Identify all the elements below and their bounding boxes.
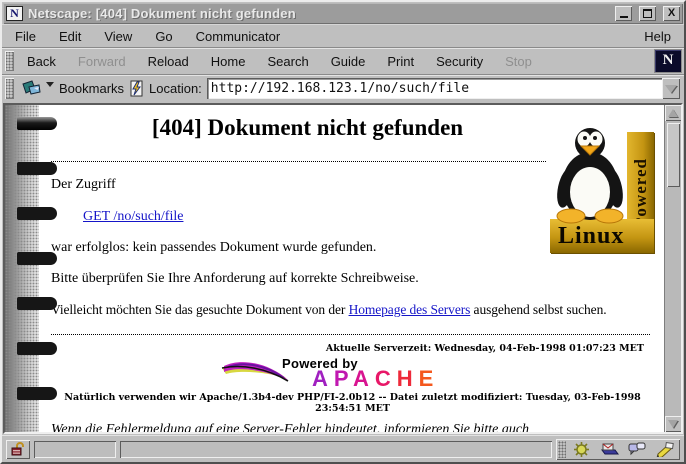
- menu-go[interactable]: Go: [155, 29, 172, 44]
- netscape-logo[interactable]: N: [655, 50, 681, 72]
- homepage-link[interactable]: Homepage des Servers: [349, 302, 471, 317]
- security-indicator-button[interactable]: [6, 440, 30, 459]
- url-input[interactable]: [207, 78, 662, 99]
- server-time-text: Aktuelle Serverzeit: Wednesday, 04-Feb-1…: [51, 343, 644, 354]
- stop-button[interactable]: Stop: [494, 50, 543, 73]
- chevron-down-icon: [665, 85, 677, 93]
- window-netscape-icon: N: [6, 6, 23, 21]
- browser-viewport: [404] Dokument nicht gefunden Der Zugrif…: [3, 103, 683, 434]
- scroll-down-button[interactable]: [665, 416, 682, 432]
- arrow-down-icon: [668, 420, 678, 428]
- request-link[interactable]: GET /no/such/file: [83, 209, 183, 224]
- print-button[interactable]: Print: [376, 50, 425, 73]
- menu-file[interactable]: File: [15, 29, 36, 44]
- composer-icon[interactable]: [652, 441, 678, 458]
- bookmarks-label[interactable]: Bookmarks: [59, 81, 124, 96]
- linux-powered-logo: Powered Linux: [550, 126, 654, 253]
- window-title: Netscape: [404] Dokument nicht gefunden: [28, 6, 608, 21]
- location-bar: Bookmarks Location:: [2, 74, 684, 102]
- home-button[interactable]: Home: [200, 50, 257, 73]
- linux-logo-horizontal-bar: Linux: [550, 219, 654, 253]
- page-body: [404] Dokument nicht gefunden Der Zugrif…: [5, 105, 664, 432]
- bookmarks-icon[interactable]: [21, 80, 43, 97]
- locationbar-grip[interactable]: [5, 78, 14, 99]
- navigator-icon[interactable]: [568, 441, 594, 458]
- tux-penguin-icon: [554, 126, 626, 224]
- paragraph-homepage-before: Vielleicht möchten Sie das gesuchte Doku…: [51, 302, 349, 317]
- close-button[interactable]: X: [663, 6, 680, 21]
- spiral-rings: [17, 117, 57, 130]
- menu-help[interactable]: Help: [644, 29, 671, 44]
- security-button[interactable]: Security: [425, 50, 494, 73]
- unlocked-padlock-icon: [11, 442, 25, 456]
- paragraph-schreibweise: Bitte überprüfen Sie Ihre Anforderung au…: [51, 271, 654, 287]
- back-button[interactable]: Back: [16, 50, 67, 73]
- forward-button[interactable]: Forward: [67, 50, 137, 73]
- url-dropdown-button[interactable]: [662, 78, 680, 99]
- progress-indicator: [34, 441, 116, 458]
- discussions-icon[interactable]: [624, 441, 650, 458]
- server-info-text: Natürlich verwenden wir Apache/1.3b4-dev…: [51, 392, 654, 414]
- menu-communicator[interactable]: Communicator: [196, 29, 281, 44]
- powered-label: Powered: [631, 158, 651, 228]
- titlebar[interactable]: N Netscape: [404] Dokument nicht gefunde…: [3, 3, 683, 24]
- menu-view[interactable]: View: [104, 29, 132, 44]
- url-field-frame: [207, 78, 680, 99]
- paragraph-homepage: Vielleicht möchten Sie das gesuchte Doku…: [51, 302, 654, 318]
- minimize-button[interactable]: [615, 6, 632, 21]
- vertical-scrollbar[interactable]: [664, 105, 681, 432]
- toolbar-grip[interactable]: [5, 51, 14, 71]
- page-title: [404] Dokument nicht gefunden: [51, 115, 564, 141]
- paragraph-homepage-after: ausgehend selbst suchen.: [470, 302, 606, 317]
- scroll-up-button[interactable]: [665, 105, 682, 121]
- apache-logo: Powered by APACHE: [51, 356, 654, 388]
- statusbar: [2, 435, 684, 462]
- maximize-icon: [643, 9, 652, 18]
- reload-button[interactable]: Reload: [137, 50, 200, 73]
- apache-feather-icon: [220, 358, 290, 386]
- component-bar: [556, 439, 680, 460]
- status-message-area: [120, 441, 552, 458]
- arrow-up-icon: [668, 109, 678, 117]
- linux-label: Linux: [558, 223, 624, 250]
- close-icon: X: [668, 9, 675, 18]
- netscape-window: N Netscape: [404] Dokument nicht gefunde…: [0, 0, 686, 464]
- footer-before: Wenn die Fehlermeldung auf eine Server-F…: [51, 422, 529, 432]
- page-proxy-icon[interactable]: [129, 80, 144, 97]
- guide-button[interactable]: Guide: [320, 50, 377, 73]
- component-bar-grip[interactable]: [558, 441, 566, 458]
- menubar: File Edit View Go Communicator Help: [2, 24, 684, 47]
- divider: [51, 334, 650, 335]
- search-button[interactable]: Search: [256, 50, 319, 73]
- footer-note: Wenn die Fehlermeldung auf eine Server-F…: [51, 421, 624, 432]
- scrollbar-thumb[interactable]: [667, 123, 680, 187]
- location-label: Location:: [149, 81, 202, 96]
- menu-edit[interactable]: Edit: [59, 29, 81, 44]
- navigation-toolbar: Back Forward Reload Home Search Guide Pr…: [2, 47, 684, 74]
- apache-wordmark: APACHE: [312, 371, 439, 387]
- minimize-icon: [620, 10, 628, 18]
- mailbox-icon[interactable]: [596, 441, 622, 458]
- divider: [51, 161, 546, 162]
- bookmarks-caret-icon: [46, 82, 54, 87]
- maximize-button[interactable]: [639, 6, 656, 21]
